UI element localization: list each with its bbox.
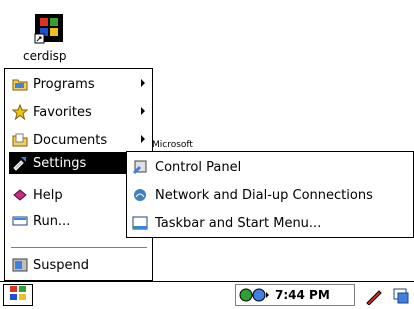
settings-submenu: Control Panel Network and Dial-up Connec…: [126, 151, 414, 238]
help-book-icon: [11, 186, 29, 204]
submenu-item-control-panel[interactable]: Control Panel: [131, 156, 241, 178]
submenu-arrow-icon: [141, 107, 145, 115]
menu-item-suspend[interactable]: Suspend: [9, 254, 149, 276]
suspend-icon: [11, 256, 29, 274]
start-button[interactable]: [3, 284, 33, 306]
submenu-arrow-icon: [141, 79, 145, 87]
network-status-icon[interactable]: [239, 287, 271, 303]
star-icon: [11, 103, 29, 121]
network-icon: [131, 186, 149, 204]
settings-icon: [11, 154, 29, 172]
windows-logo-icon: [9, 285, 27, 305]
submenu-item-taskbar[interactable]: Taskbar and Start Menu...: [131, 212, 321, 234]
desktop-switch-icon[interactable]: [390, 285, 412, 307]
clock[interactable]: 7:44 PM: [275, 288, 330, 302]
submenu-item-label: Control Panel: [155, 159, 242, 175]
submenu-item-label: Network and Dial-up Connections: [155, 187, 373, 203]
menu-item-label: Documents: [33, 132, 108, 148]
menu-item-favorites[interactable]: Favorites: [9, 101, 149, 123]
menu-item-label: Help: [33, 187, 63, 203]
menu-item-label: Settings: [33, 155, 87, 171]
submenu-item-label: Taskbar and Start Menu...: [155, 215, 322, 231]
submenu-item-network[interactable]: Network and Dial-up Connections: [131, 184, 373, 206]
control-panel-icon: [131, 158, 149, 176]
menu-item-documents[interactable]: Documents: [9, 129, 149, 151]
run-icon: [11, 212, 29, 230]
taskbar-icon: [131, 214, 149, 232]
menu-item-label: Suspend: [33, 257, 90, 273]
folder-programs-icon: [11, 75, 29, 93]
cerdisp-app-icon[interactable]: [33, 12, 65, 44]
cerdisp-label: cerdisp: [23, 49, 67, 63]
menu-separator: [11, 247, 147, 249]
pen-input-icon[interactable]: [363, 285, 385, 307]
microsoft-text: Microsoft: [152, 140, 193, 150]
menu-item-label: Favorites: [33, 104, 92, 120]
submenu-arrow-icon: [141, 135, 145, 143]
folder-documents-icon: [11, 131, 29, 149]
menu-item-label: Programs: [33, 76, 95, 92]
taskbar: 7:44 PM: [0, 281, 414, 309]
menu-item-label: Run...: [33, 213, 71, 229]
menu-item-programs[interactable]: Programs: [9, 73, 149, 95]
system-tray: 7:44 PM: [235, 284, 355, 306]
